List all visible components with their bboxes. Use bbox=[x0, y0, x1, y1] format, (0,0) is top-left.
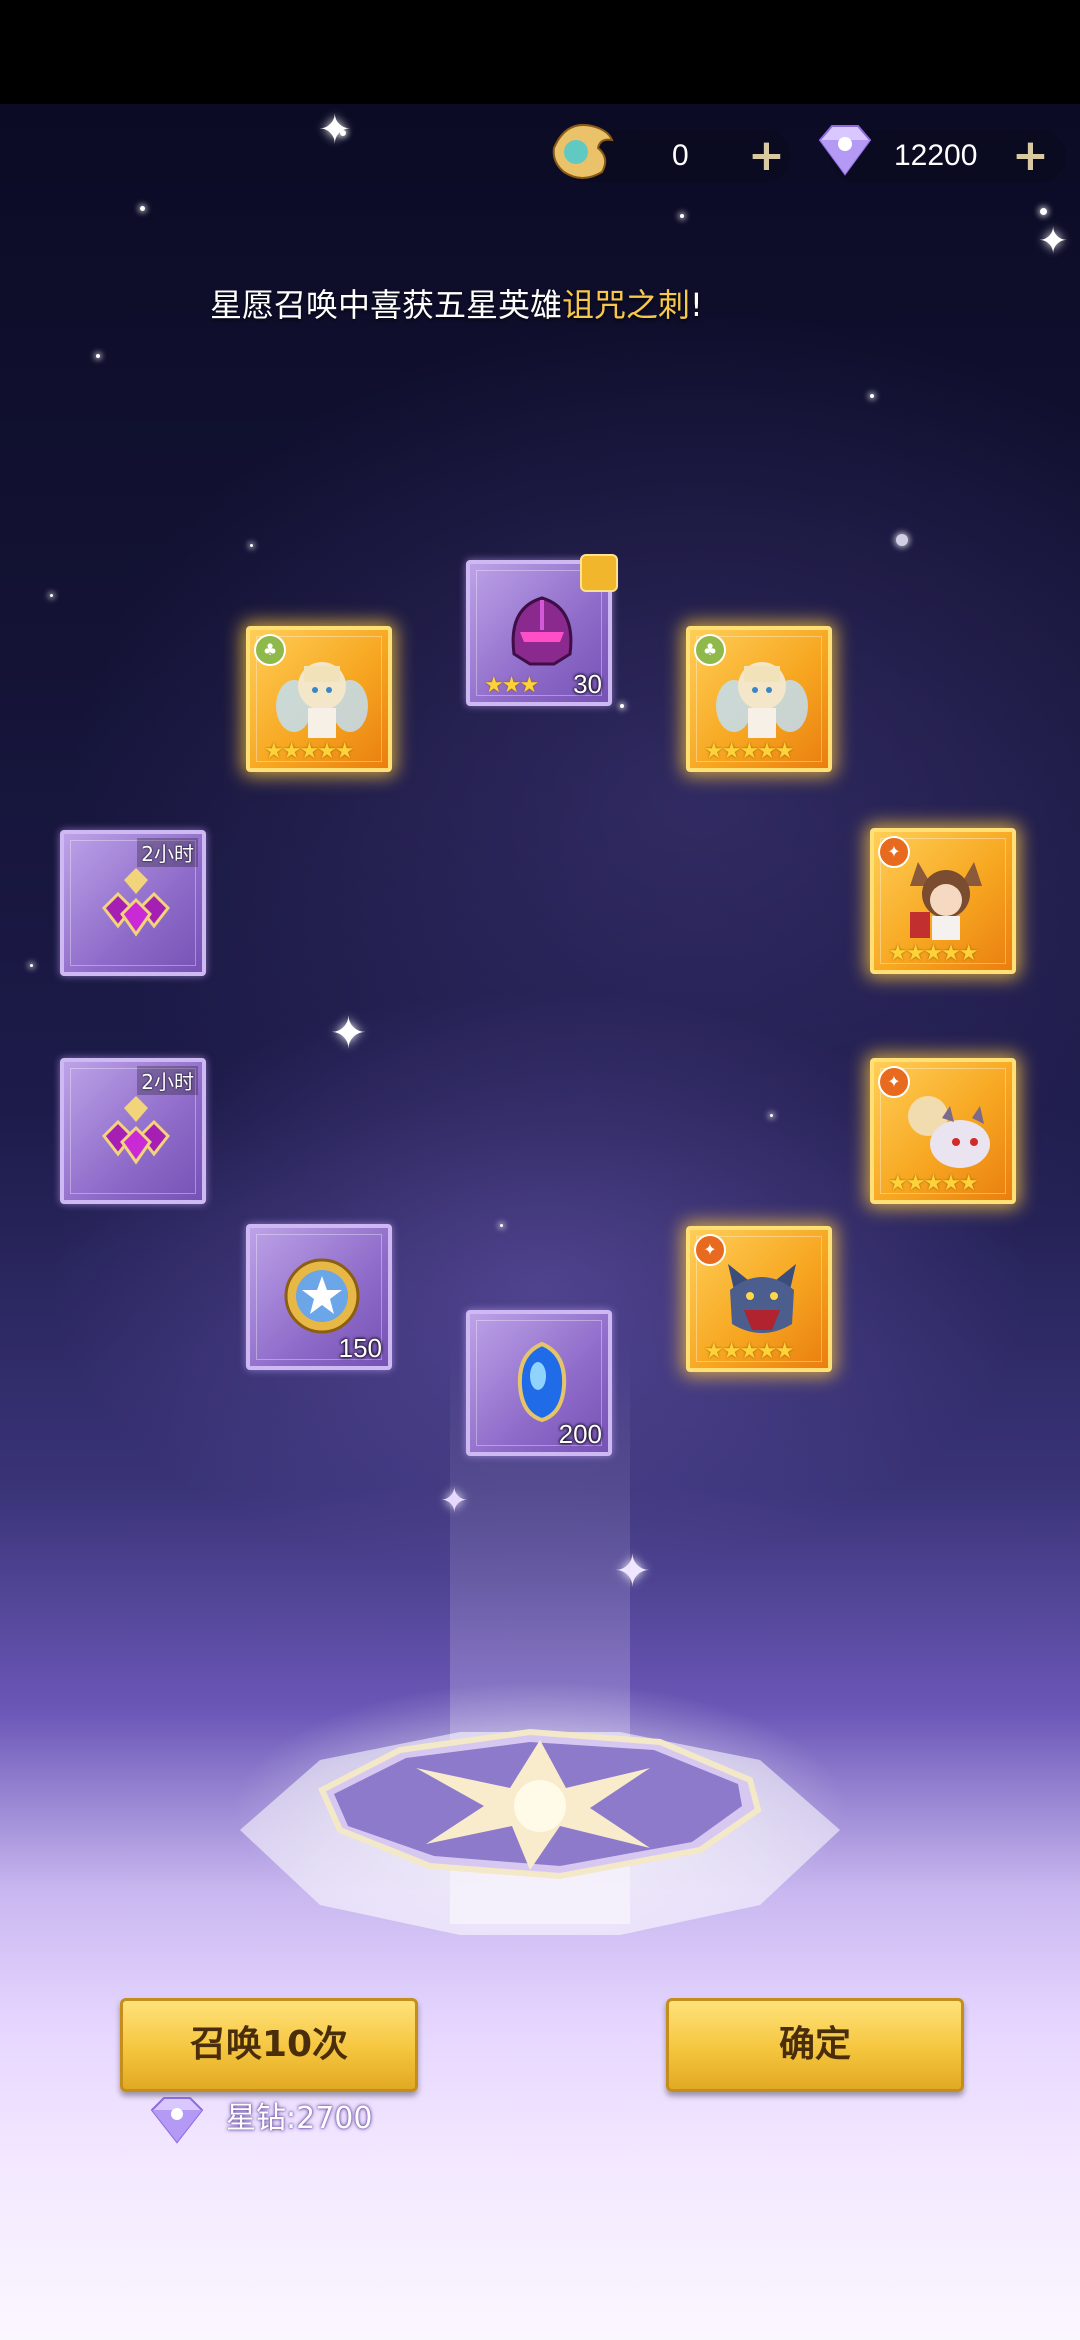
reward-card-star-coin[interactable]: 150 bbox=[246, 1224, 392, 1370]
sparkle-icon: ✦ bbox=[1038, 221, 1069, 262]
star bbox=[250, 544, 253, 547]
rarity-stars: ★★★★★ bbox=[264, 739, 355, 764]
status-bar bbox=[0, 0, 1080, 104]
rarity-stars: ★★★★★ bbox=[704, 1339, 795, 1364]
announcement-suffix: ! bbox=[690, 286, 703, 324]
fairy-hero-icon bbox=[276, 662, 368, 738]
reward-card-fairy-hero[interactable]: ♣ ★★★★★ bbox=[246, 626, 392, 772]
rarity-stars: ★★★ bbox=[484, 673, 539, 698]
item-quantity: 150 bbox=[338, 1333, 382, 1363]
potion-pack-icon bbox=[102, 1096, 170, 1165]
add-spirit-button[interactable]: + bbox=[748, 134, 785, 178]
reward-card-fox-girl-hero[interactable]: ✦ ★★★★★ bbox=[870, 828, 1016, 974]
helmet-icon bbox=[511, 596, 573, 666]
fox-girl-hero-icon bbox=[910, 862, 982, 940]
rarity-stars: ★★★★★ bbox=[888, 941, 979, 966]
reward-card-blue-crystal[interactable]: 200 bbox=[466, 1310, 612, 1456]
announcement-text: 星愿召唤中喜获五星英雄 bbox=[210, 286, 563, 324]
reward-card-beast-rider-hero[interactable]: ✦ ★★★★★ bbox=[870, 1058, 1016, 1204]
rarity-stars: ★★★★★ bbox=[888, 1171, 979, 1196]
reward-card-potion-pack[interactable]: 2小时 bbox=[60, 1058, 206, 1204]
spirit-icon bbox=[552, 124, 614, 179]
star bbox=[140, 206, 145, 211]
star bbox=[500, 1224, 503, 1227]
reward-card-potion-pack[interactable]: 2小时 bbox=[60, 830, 206, 976]
reward-card-wolf-hero[interactable]: ✦ ★★★★★ bbox=[686, 1226, 832, 1372]
summon-announcement: 星愿召唤中喜获五星英雄诅咒之刺! bbox=[210, 277, 703, 333]
star bbox=[96, 354, 100, 358]
reward-card-helmet[interactable]: ★★★ 30 bbox=[466, 554, 618, 706]
star bbox=[1040, 208, 1047, 215]
star bbox=[770, 1114, 773, 1117]
fairy-hero-icon bbox=[716, 662, 808, 738]
star bbox=[680, 214, 684, 218]
confirm-button[interactable]: 确定 bbox=[666, 1998, 964, 2092]
sparkle-icon: ✦ bbox=[318, 107, 352, 153]
summon-ten-button[interactable]: 召唤10次 bbox=[120, 1998, 418, 2092]
star-coin-icon bbox=[284, 1258, 360, 1334]
wolf-hero-icon bbox=[728, 1264, 796, 1333]
star bbox=[30, 964, 33, 967]
potion-pack-icon bbox=[102, 868, 170, 937]
add-diamond-button[interactable]: + bbox=[1012, 134, 1049, 178]
star bbox=[896, 534, 908, 546]
star bbox=[870, 394, 874, 398]
beast-rider-hero-icon bbox=[908, 1096, 990, 1168]
announcement-hero-name: 诅咒之刺 bbox=[562, 286, 691, 324]
summon-cost-label: 星钻:2700 bbox=[226, 2101, 373, 2136]
sparkle-icon: ✦ bbox=[330, 1008, 367, 1059]
item-quantity: 30 bbox=[573, 669, 602, 699]
item-quantity: 200 bbox=[558, 1419, 602, 1449]
spirit-count: 0 bbox=[672, 139, 689, 172]
diamond-icon bbox=[150, 2097, 204, 2144]
summon-pedestal bbox=[240, 1728, 840, 1935]
diamond-count: 12200 bbox=[894, 139, 978, 172]
diamond-icon bbox=[818, 125, 872, 176]
rarity-stars: ★★★★★ bbox=[704, 739, 795, 764]
star bbox=[620, 704, 624, 708]
blue-crystal-icon bbox=[517, 1341, 567, 1423]
star bbox=[50, 594, 53, 597]
reward-card-fairy-hero[interactable]: ♣ ★★★★★ bbox=[686, 626, 832, 772]
